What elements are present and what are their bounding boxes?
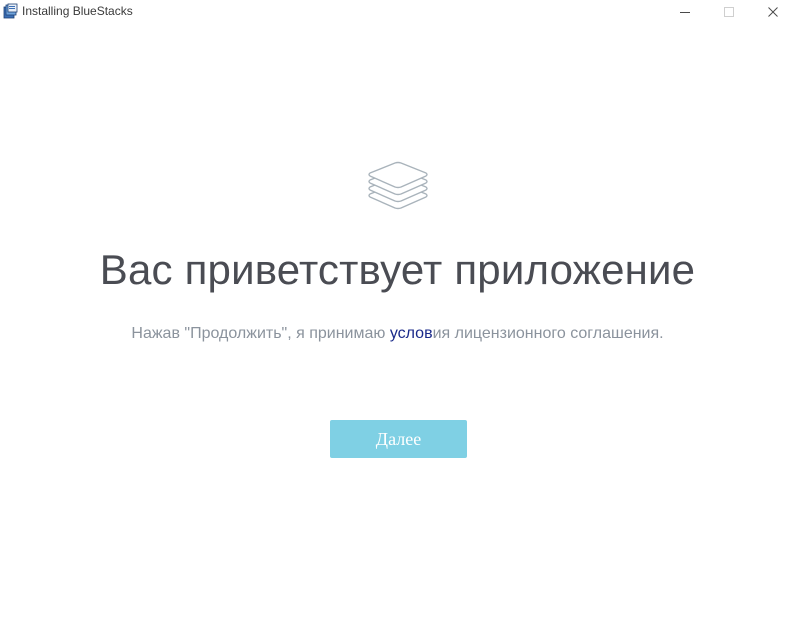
close-button[interactable] <box>751 0 795 24</box>
maximize-icon <box>724 7 734 17</box>
welcome-heading: Вас приветствует приложение <box>99 246 696 293</box>
license-terms-link[interactable]: услов <box>390 325 433 342</box>
minimize-button[interactable] <box>663 0 707 24</box>
license-agreement-text: Нажав "Продолжить", я принимаю условия л… <box>0 325 795 343</box>
title-bar[interactable]: Installing BlueStacks <box>0 0 795 24</box>
next-button[interactable]: Далее <box>330 420 467 458</box>
maximize-button[interactable] <box>707 0 751 24</box>
stack-layers-icon <box>365 158 431 216</box>
license-suffix: ия лицензионного соглашения. <box>432 325 664 342</box>
window-title: Installing BlueStacks <box>22 4 133 18</box>
installer-window: Installing BlueStacks Вас приветствует п… <box>0 0 795 623</box>
close-icon <box>768 7 778 17</box>
license-prefix: Нажав "Продолжить", я принимаю <box>131 325 390 342</box>
minimize-icon <box>680 12 690 13</box>
bluestacks-app-icon <box>3 3 19 19</box>
